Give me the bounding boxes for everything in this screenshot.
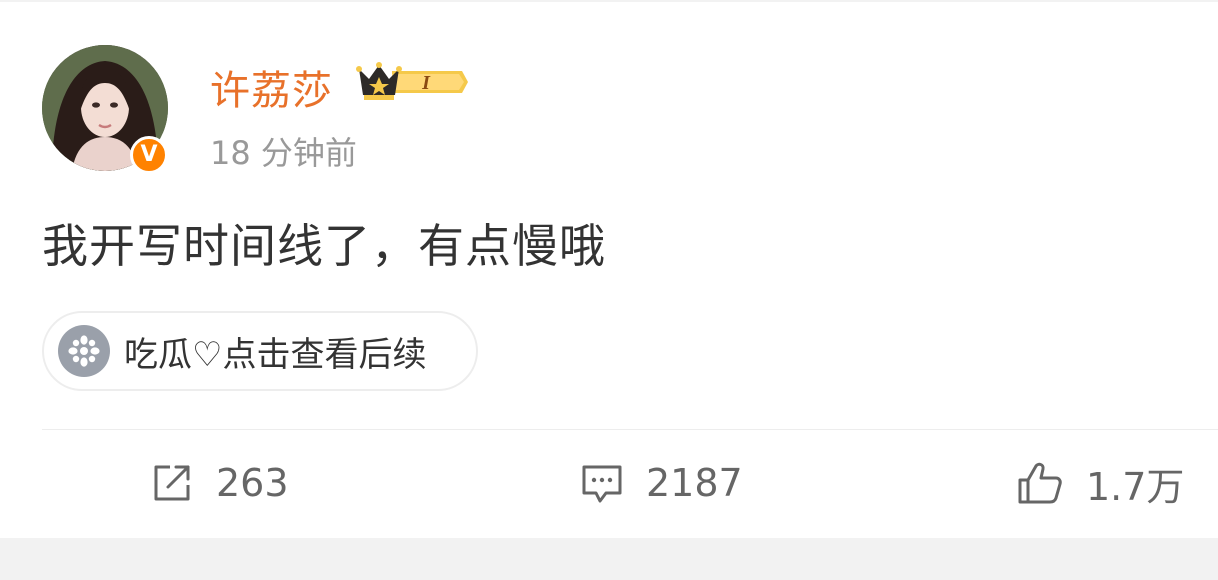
crown-vip-icon[interactable]: I <box>356 59 468 105</box>
comment-count: 2187 <box>646 461 743 505</box>
post-content: 我开写时间线了，有点慢哦 <box>42 219 606 273</box>
repost-count: 263 <box>216 461 289 505</box>
like-button[interactable]: 1.7万 <box>1016 455 1184 511</box>
weibo-post-card: V 许荔莎 I 18 分钟前 我开写时间线了，有点慢哦 吃瓜♡点击查看后续 26… <box>0 0 1218 538</box>
verified-badge-icon: V <box>130 136 168 174</box>
post-timestamp: 18 分钟前 <box>210 134 357 172</box>
share-edit-icon <box>154 465 190 501</box>
topic-label: 吃瓜♡点击查看后续 <box>124 334 427 375</box>
username[interactable]: 许荔莎 <box>210 58 333 116</box>
thumbs-up-icon <box>1018 462 1062 504</box>
vip-level: I <box>421 72 431 94</box>
feed-separator <box>0 538 1218 580</box>
flower-icon <box>58 325 110 377</box>
like-count: 1.7万 <box>1086 464 1185 509</box>
repost-button[interactable]: 263 <box>150 455 289 511</box>
comment-button[interactable]: 2187 <box>580 455 743 511</box>
verified-mark: V <box>140 142 158 167</box>
comment-bubble-icon <box>582 465 622 503</box>
action-divider <box>42 429 1218 430</box>
topic-chip[interactable]: 吃瓜♡点击查看后续 <box>42 311 478 391</box>
top-divider <box>0 0 1218 2</box>
